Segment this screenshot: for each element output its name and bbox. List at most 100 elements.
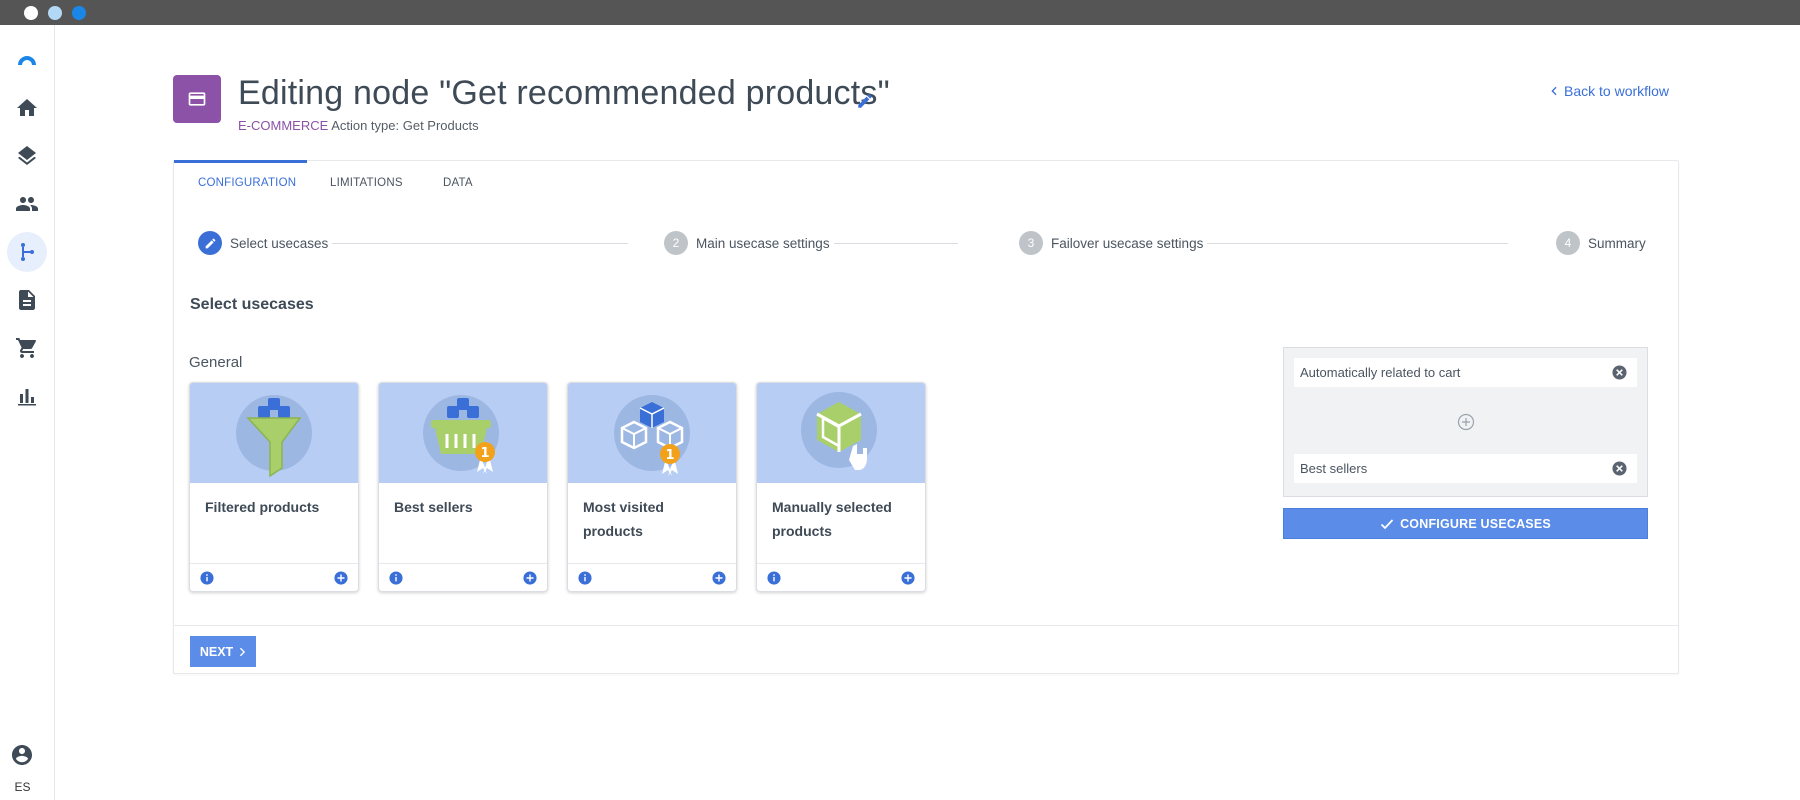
info-icon[interactable] (578, 571, 592, 585)
selected-usecase-item[interactable]: Automatically related to cart (1294, 358, 1637, 387)
usecase-name: Manually selected products (772, 499, 892, 539)
sidebar-item-cart[interactable] (7, 328, 47, 368)
language-indicator[interactable]: ES (0, 780, 45, 794)
account-circle-icon (12, 745, 32, 765)
usecase-card-manually-selected-products[interactable]: Manually selected products (756, 382, 926, 592)
selected-usecase-label: Best sellers (1300, 461, 1368, 476)
usecase-card-footer (757, 563, 925, 591)
tab-bar: CONFIGURATION LIMITATIONS DATA (174, 160, 1678, 205)
window-titlebar (0, 0, 1800, 25)
usecase-art (757, 383, 925, 483)
step-label: Select usecases (230, 235, 329, 251)
cart-icon (16, 338, 36, 358)
people-icon (16, 197, 38, 211)
step-label: Main usecase settings (696, 235, 830, 251)
usecase-card-footer (379, 563, 547, 591)
tab-limitations[interactable]: LIMITATIONS (330, 177, 403, 189)
usecase-card-filtered-products[interactable]: Filtered products (189, 382, 359, 592)
tab-configuration[interactable]: CONFIGURATION (198, 177, 296, 189)
node-category: E-COMMERCE (238, 118, 329, 133)
step-summary[interactable]: 4 Summary (1552, 231, 1650, 255)
node-action-type: Action type: Get Products (331, 118, 479, 133)
add-circle-icon[interactable] (523, 571, 537, 585)
usecase-name: Best sellers (394, 499, 473, 515)
selected-usecase-label: Automatically related to cart (1300, 365, 1461, 380)
step-number: 4 (1556, 231, 1580, 255)
sidebar-item-people[interactable] (7, 184, 47, 224)
step-select-usecases[interactable]: Select usecases (194, 231, 333, 255)
usecase-art: 1 (379, 383, 547, 483)
step-connector (318, 243, 628, 244)
edit-pencil-icon (205, 238, 215, 248)
edit-pencil-icon[interactable] (856, 92, 874, 110)
window-close-button[interactable] (24, 6, 38, 20)
info-icon[interactable] (767, 571, 781, 585)
sidebar-item-layers[interactable] (7, 136, 47, 176)
sidebar-item-documents[interactable] (7, 280, 47, 320)
svg-text:1: 1 (665, 448, 674, 463)
card-icon (188, 92, 206, 106)
card-footer: NEXT (174, 625, 1678, 675)
step-main-usecase-settings[interactable]: 2 Main usecase settings (660, 231, 834, 255)
check-icon (1380, 518, 1394, 529)
next-button-label: NEXT (199, 644, 234, 659)
step-connector (1188, 243, 1508, 244)
info-icon[interactable] (200, 571, 214, 585)
chevron-left-icon (1551, 86, 1557, 96)
usecase-card-most-visited-products[interactable]: 1 Most visited products (567, 382, 737, 592)
usecase-card-footer (568, 563, 736, 591)
window-maximize-button[interactable] (72, 6, 86, 20)
step-label: Summary (1588, 235, 1646, 251)
back-to-workflow-link[interactable]: Back to workflow (1550, 83, 1669, 99)
step-label: Failover usecase settings (1051, 235, 1204, 251)
user-account-button[interactable] (2, 735, 42, 775)
sidebar-item-workflows[interactable] (7, 232, 47, 272)
stepper: Select usecases 2 Main usecase settings … (194, 231, 1654, 257)
usecase-art: 1 (568, 383, 736, 483)
remove-circle-icon[interactable] (1612, 461, 1627, 476)
usecase-group-label: General (189, 354, 243, 371)
usecase-art (190, 383, 358, 483)
editor-card: CONFIGURATION LIMITATIONS DATA Select us… (173, 160, 1679, 674)
document-icon (19, 290, 35, 310)
step-number: 3 (1019, 231, 1043, 255)
section-title: Select usecases (190, 296, 314, 313)
next-button[interactable]: NEXT (190, 636, 256, 667)
configure-usecases-label: CONFIGURE USECASES (1400, 516, 1551, 531)
box-hand-icon (801, 392, 877, 470)
brand-logo[interactable] (7, 41, 47, 81)
active-tab-indicator (174, 160, 307, 163)
step-failover-usecase-settings[interactable]: 3 Failover usecase settings (1015, 231, 1208, 255)
add-circle-icon[interactable] (901, 571, 915, 585)
boxes-medal-icon: 1 (614, 395, 690, 476)
usecase-card-footer (190, 563, 358, 591)
tab-data[interactable]: DATA (443, 177, 473, 189)
chevron-right-icon (240, 647, 246, 656)
page-title: Editing node "Get recommended products" (238, 74, 890, 112)
brand-logo-icon (18, 56, 36, 65)
add-circle-icon[interactable] (712, 571, 726, 585)
usecase-card-best-sellers[interactable]: 1 Best sellers (378, 382, 548, 592)
selected-usecases-panel: Automatically related to cart Best selle… (1283, 347, 1648, 497)
selected-usecase-item[interactable]: Best sellers (1294, 454, 1637, 483)
basket-medal-icon: 1 (423, 395, 499, 474)
bar-chart-icon (18, 389, 36, 406)
workflow-branch-icon (21, 243, 34, 261)
info-icon[interactable] (389, 571, 403, 585)
svg-text:1: 1 (480, 446, 489, 461)
node-type-icon (173, 75, 221, 123)
configure-usecases-button[interactable]: CONFIGURE USECASES (1283, 508, 1648, 539)
sidebar-item-analytics[interactable] (7, 376, 47, 416)
usecase-name: Filtered products (205, 499, 320, 515)
sidebar-item-home[interactable] (7, 88, 47, 128)
add-circle-outline-icon (1457, 413, 1475, 431)
usecase-name: Most visited products (583, 499, 664, 539)
home-icon (17, 99, 37, 116)
add-circle-icon[interactable] (334, 571, 348, 585)
back-link-label: Back to workflow (1564, 83, 1670, 99)
remove-circle-icon[interactable] (1612, 365, 1627, 380)
node-subtitle: E-COMMERCE Action type: Get Products (238, 118, 479, 133)
window-minimize-button[interactable] (48, 6, 62, 20)
step-number-active (198, 231, 222, 255)
layers-icon (18, 146, 36, 165)
